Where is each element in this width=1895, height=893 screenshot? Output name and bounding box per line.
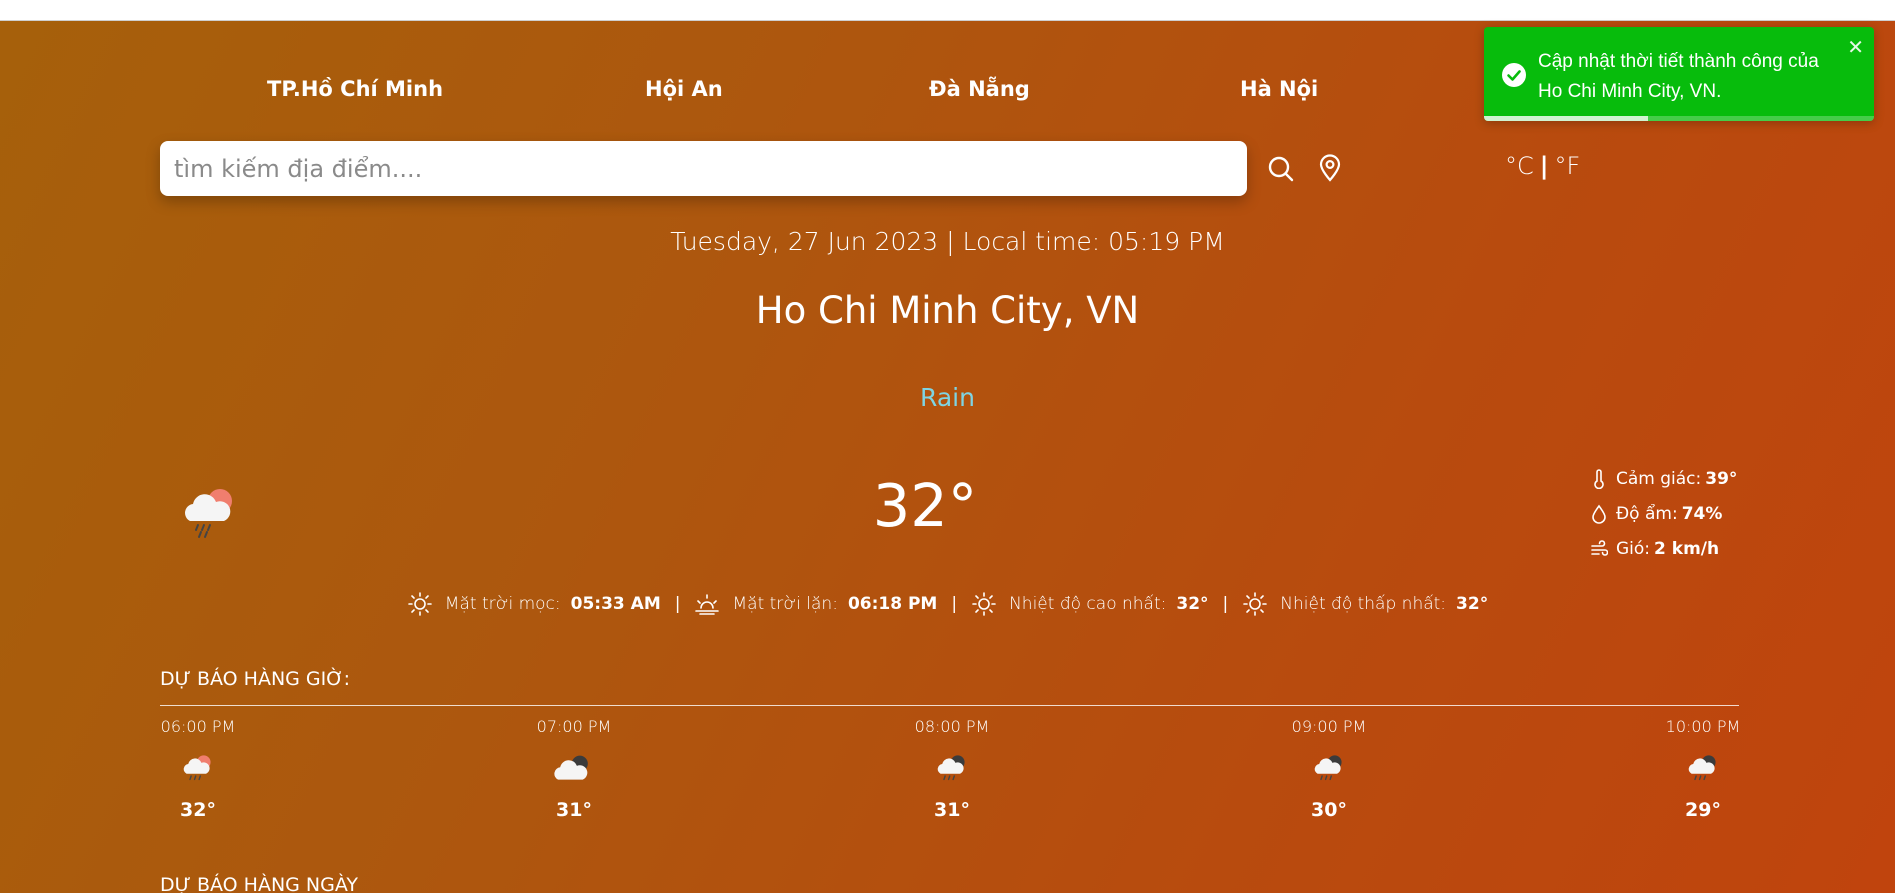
city-link-hoi-an[interactable]: Hội An — [645, 77, 723, 101]
high-temp-label: Nhiệt độ cao nhất: — [1009, 594, 1167, 614]
hourly-item: 06:00 PM 32° — [138, 717, 258, 821]
droplet-icon — [1592, 504, 1606, 524]
sunset-item: Mặt trời lặn: 06:18 PM — [694, 591, 937, 617]
city-link-ho-chi-minh[interactable]: TP.Hồ Chí Minh — [267, 77, 443, 101]
sun-icon — [972, 592, 996, 616]
sunrise-icon — [407, 592, 432, 616]
humidity-row: Độ ẩm: 74% — [1590, 496, 1737, 531]
daily-forecast-title: DỰ BÁO HÀNG NGÀY — [160, 874, 358, 893]
hourly-forecast-title: DỰ BÁO HÀNG GIỜ: — [160, 668, 350, 690]
check-circle-icon — [1502, 63, 1526, 92]
hourly-time: 06:00 PM — [160, 717, 236, 736]
hourly-temp: 30° — [1311, 799, 1347, 821]
hourly-item: 09:00 PM 30° — [1269, 717, 1389, 821]
hourly-time: 08:00 PM — [914, 717, 990, 736]
search-icon[interactable] — [1267, 155, 1295, 187]
fahrenheit-button[interactable]: °F — [1555, 152, 1581, 180]
wind-row: Gió: 2 km/h — [1590, 531, 1737, 566]
cloud-rain-sun-icon — [138, 741, 258, 795]
hourly-item: 10:00 PM 29° — [1643, 717, 1763, 821]
low-temp-value: 32° — [1456, 594, 1489, 614]
humidity-label: Độ ẩm: — [1616, 503, 1678, 524]
feels-like-label: Cảm giác: — [1616, 468, 1702, 489]
city-link-ha-noi[interactable]: Hà Nội — [1240, 77, 1318, 101]
current-temperature: 32° — [872, 471, 978, 540]
hourly-temp: 31° — [934, 799, 970, 821]
feels-like-value: 39° — [1705, 468, 1738, 489]
city-title: Ho Chi Minh City, VN — [755, 289, 1140, 332]
hourly-time: 07:00 PM — [536, 717, 612, 736]
sunrise-label: Mặt trời mọc: — [444, 594, 561, 614]
separator: | — [674, 594, 681, 614]
hourly-item: 07:00 PM 31° — [514, 717, 634, 821]
success-toast[interactable]: Cập nhật thời tiết thành công của Ho Chi… — [1484, 27, 1874, 121]
hourly-divider — [160, 705, 1739, 706]
cloud-night-icon — [514, 741, 634, 795]
date-local-time: Tuesday, 27 Jun 2023 | Local time: 05:19… — [670, 227, 1225, 256]
unit-toggle: °C | °F — [1505, 152, 1580, 180]
low-temp-item: Nhiệt độ thấp nhất: 32° — [1242, 591, 1488, 617]
wind-value: 2 km/h — [1654, 538, 1720, 559]
browser-top-strip — [0, 0, 1895, 21]
hourly-temp: 32° — [180, 799, 216, 821]
hourly-temp: 29° — [1685, 799, 1721, 821]
thermometer-icon — [1594, 468, 1604, 489]
sunrise-value: 05:33 AM — [570, 594, 661, 614]
cloud-rain-night-icon — [892, 741, 1012, 795]
sun-temp-summary: Mặt trời mọc: 05:33 AM | Mặt trời lặn: 0… — [0, 591, 1895, 617]
wind-icon — [1591, 539, 1608, 556]
feels-like-row: Cảm giác: 39° — [1590, 461, 1737, 496]
separator: | — [1222, 594, 1229, 614]
hourly-time: 09:00 PM — [1291, 717, 1367, 736]
separator: | — [951, 594, 958, 614]
hourly-item: 08:00 PM 31° — [892, 717, 1012, 821]
low-temp-label: Nhiệt độ thấp nhất: — [1280, 594, 1447, 614]
sunset-label: Mặt trời lặn: — [732, 594, 838, 614]
location-pin-icon[interactable] — [1317, 154, 1343, 186]
close-icon[interactable]: ✕ — [1847, 35, 1864, 60]
toast-message: Cập nhật thời tiết thành công của Ho Chi… — [1538, 51, 1819, 102]
cloud-rain-night-icon — [1269, 741, 1389, 795]
hourly-temp: 31° — [556, 799, 592, 821]
sunset-icon — [695, 594, 720, 615]
weather-details: Cảm giác: 39° Độ ẩm: 74% Gió: 2 km/h — [1590, 461, 1737, 566]
weather-app: TP.Hồ Chí Minh Hội An Đà Nẵng Hà Nội °C|… — [0, 21, 1895, 893]
toast-progress-track — [1484, 116, 1874, 121]
wind-label: Gió: — [1616, 538, 1651, 559]
sunset-value: 06:18 PM — [847, 594, 938, 614]
humidity-value: 74% — [1681, 503, 1723, 524]
sun-icon — [1243, 592, 1268, 616]
high-temp-value: 32° — [1176, 594, 1209, 614]
hourly-time: 10:00 PM — [1665, 717, 1741, 736]
unit-separator: | — [1539, 152, 1549, 180]
search-box — [160, 141, 1247, 196]
search-input[interactable] — [172, 153, 1235, 184]
cloud-rain-sun-icon — [180, 483, 240, 543]
high-temp-item: Nhiệt độ cao nhất: 32° — [971, 591, 1209, 617]
weather-condition: Rain — [920, 383, 975, 412]
celsius-button[interactable]: °C — [1505, 152, 1534, 180]
city-link-da-nang[interactable]: Đà Nẵng — [929, 77, 1030, 101]
sunrise-item: Mặt trời mọc: 05:33 AM — [407, 591, 661, 617]
toast-progress-bar — [1484, 116, 1648, 121]
cloud-rain-night-icon — [1643, 741, 1763, 795]
